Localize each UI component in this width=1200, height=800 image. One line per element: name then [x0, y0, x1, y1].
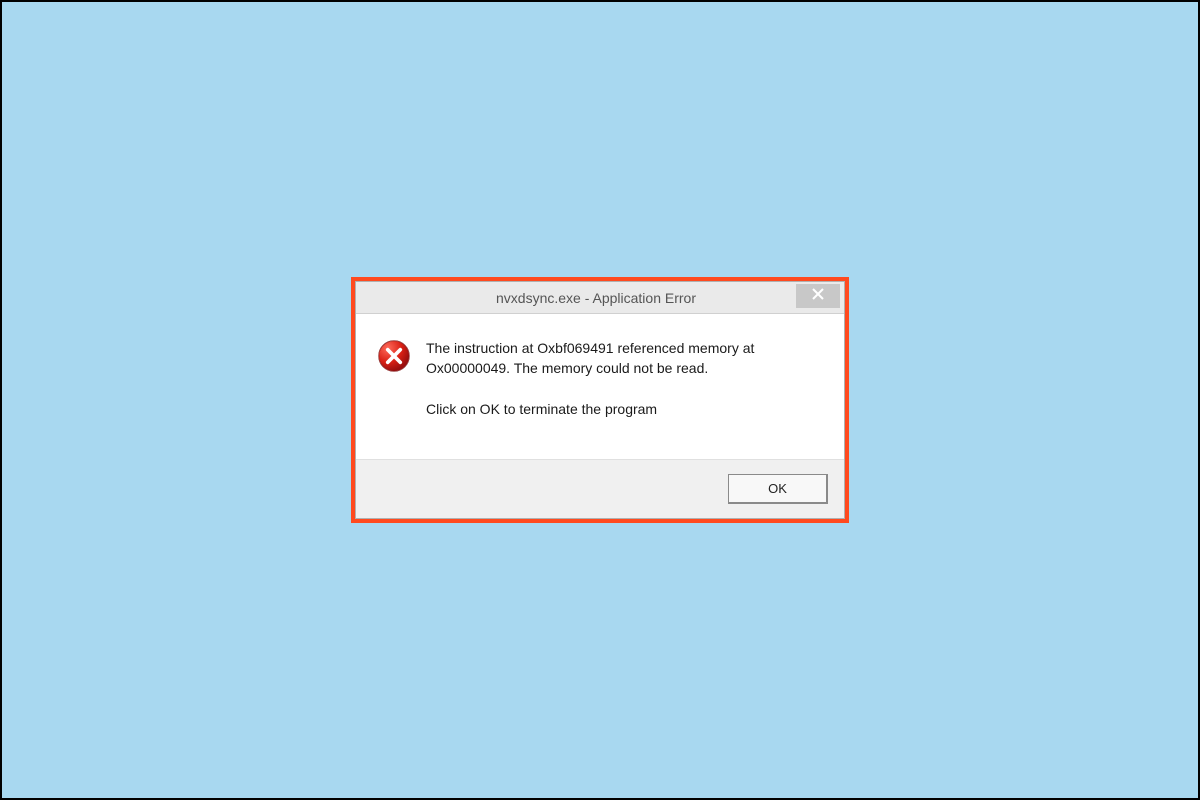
dialog-error-message: The instruction at Oxbf069491 referenced… [426, 338, 824, 379]
dialog-title: nvxdsync.exe - Application Error [356, 290, 796, 306]
desktop-background: nvxdsync.exe - Application Error [0, 0, 1200, 800]
close-button[interactable] [796, 284, 840, 308]
close-icon [812, 287, 824, 305]
dialog-button-area: OK [356, 459, 844, 518]
dialog-titlebar[interactable]: nvxdsync.exe - Application Error [356, 282, 844, 314]
dialog-message-block: The instruction at Oxbf069491 referenced… [426, 338, 824, 419]
dialog-highlight-frame: nvxdsync.exe - Application Error [351, 277, 849, 523]
error-icon [376, 338, 412, 374]
dialog-instruction-message: Click on OK to terminate the program [426, 399, 824, 419]
ok-button[interactable]: OK [728, 474, 828, 504]
dialog-content: The instruction at Oxbf069491 referenced… [356, 314, 844, 459]
error-dialog: nvxdsync.exe - Application Error [355, 281, 845, 519]
